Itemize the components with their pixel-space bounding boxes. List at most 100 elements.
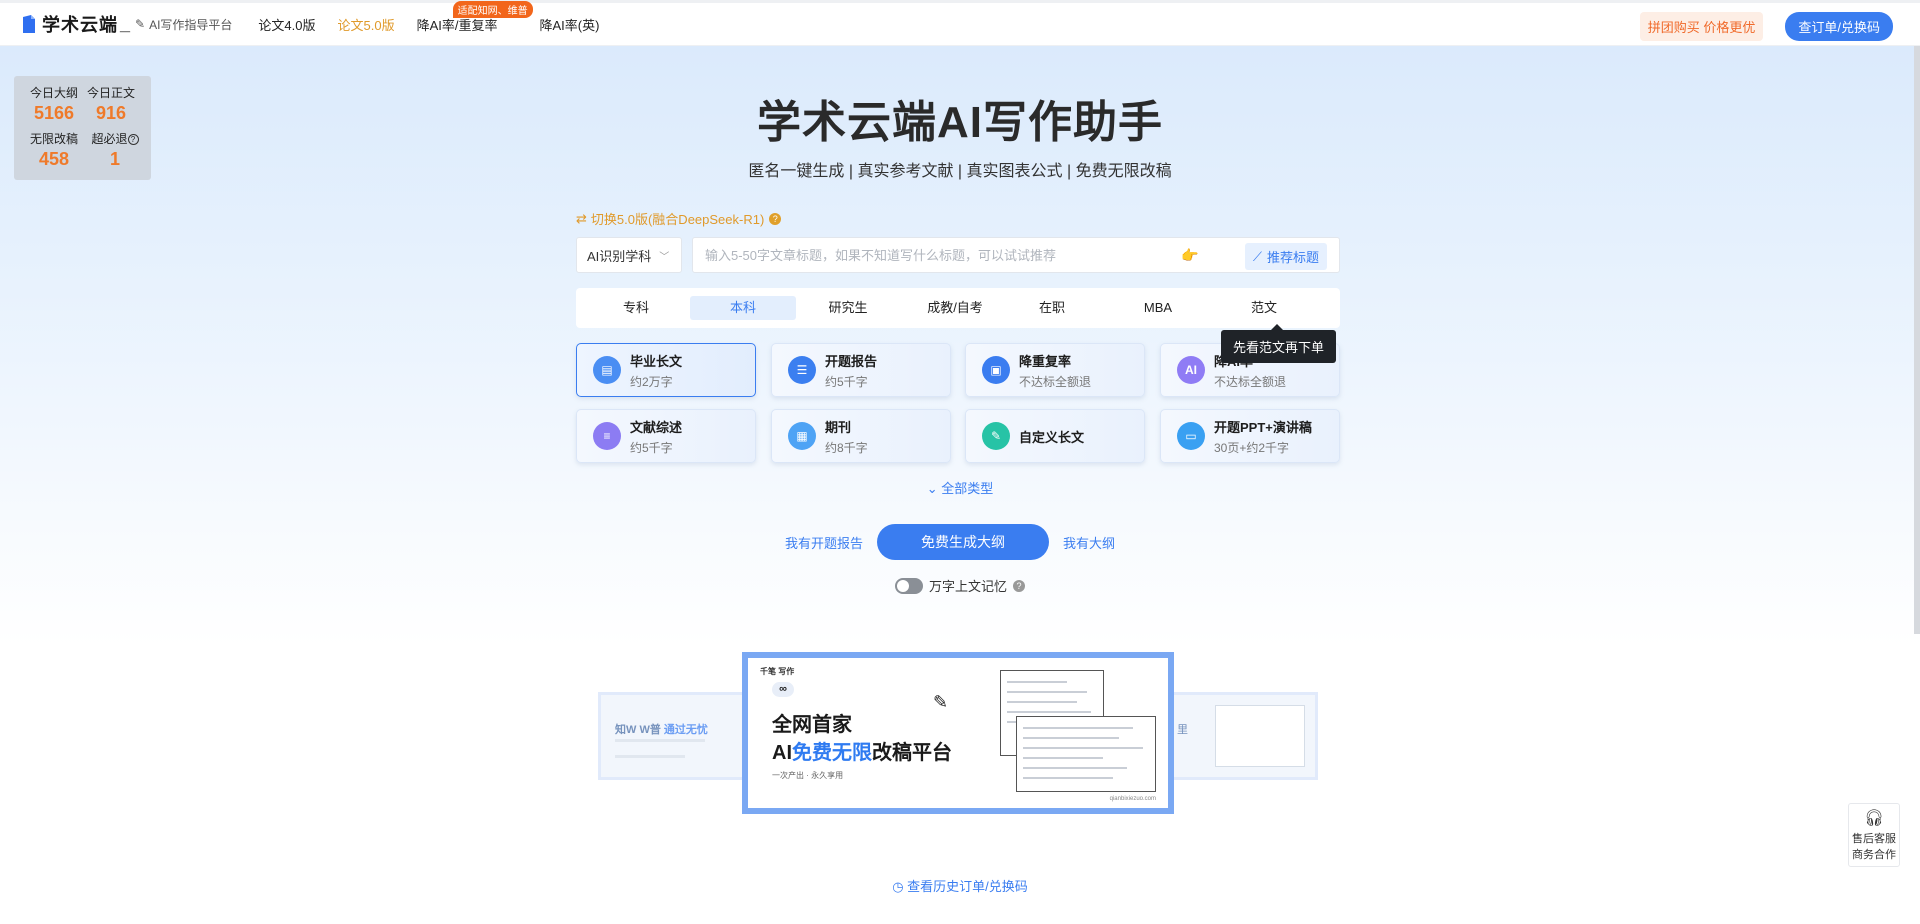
card-sub: 约5千字 <box>630 440 673 455</box>
pen-icon: ✎ <box>135 17 146 31</box>
card-proposal[interactable]: ☰ 开题报告 约5千字 <box>771 343 951 397</box>
title-input[interactable] <box>693 247 1193 263</box>
have-outline-link[interactable]: 我有大纲 <box>1063 533 1115 552</box>
order-lookup-button[interactable]: 查订单/兑换码 <box>1785 12 1893 41</box>
banner-left-title-a: 知W W普 <box>615 724 661 736</box>
tab-graduate[interactable]: 研究生 <box>810 296 886 320</box>
card-thesis[interactable]: ▤ 毕业长文 约2万字 <box>576 343 756 397</box>
banner-main[interactable]: 千笔 写作 ∞ 全网首家 AI免费无限改稿平台 一次产出 · 永久享用 ✎ qi… <box>742 652 1174 814</box>
card-custom[interactable]: ✎ 自定义长文 <box>965 409 1145 463</box>
card-ppt[interactable]: ▭ 开题PPT+演讲稿 30页+约2千字 <box>1160 409 1340 463</box>
switch-label: 切换5.0版(融合DeepSeek-R1) <box>590 212 765 227</box>
nav-item-reduce-ai-en[interactable]: 降AI率(英) <box>539 15 599 34</box>
card-literature-review[interactable]: ≡ 文献综述 约5千字 <box>576 409 756 463</box>
action-row: 我有开题报告 免费生成大纲 我有大纲 <box>785 524 1115 560</box>
banner-line2-prefix: AI <box>772 742 792 764</box>
doc-line <box>1023 727 1133 729</box>
help-icon[interactable]: ? <box>1013 579 1026 592</box>
logo[interactable]: 学术云端 _ ✎ AI写作指导平台 <box>22 11 232 37</box>
clock-icon: ◷ <box>892 879 908 894</box>
stat-body: 今日正文 916 <box>81 84 141 124</box>
card-sub: 约5千字 <box>825 374 868 389</box>
page-subtitle: 匿名一键生成 | 真实参考文献 | 真实图表公式 | 免费无限改稿 <box>748 163 1172 180</box>
brand-name: 学术云端 <box>42 15 118 35</box>
all-types-link[interactable]: ⌄ 全部类型 <box>0 478 1920 497</box>
banner-slide-left[interactable]: 知W W普 通过无忧 <box>598 692 748 780</box>
card-sub: 不达标全额退 <box>1019 374 1092 389</box>
card-title: 文献综述 <box>630 419 683 435</box>
card-text: 降重复率 不达标全额退 <box>1019 351 1091 390</box>
memory-toggle-row: 万字上文记忆 ? <box>895 576 1026 595</box>
tab-in-service[interactable]: 在职 <box>1022 296 1082 320</box>
main-nav: 论文4.0版 论文5.0版 降AI率/重复率 适配知网、维普 降AI率(英) <box>258 0 621 34</box>
top-header: 学术云端 _ ✎ AI写作指导平台 论文4.0版 论文5.0版 降AI率/重复率… <box>0 0 1920 46</box>
recommend-title-button[interactable]: ⟋ 推荐标题 <box>1244 243 1327 270</box>
doc-line <box>1007 681 1067 683</box>
card-sub: 不达标全额退 <box>1214 374 1287 389</box>
doc-line <box>1023 737 1119 739</box>
tab-zhuanke[interactable]: 专科 <box>598 296 674 320</box>
banner-small-text: 一次产出 · 永久享用 <box>772 771 844 780</box>
card-reduce-dup[interactable]: ▣ 降重复率 不达标全额退 <box>965 343 1145 397</box>
group-buy-button[interactable]: 拼团购买 价格更优 <box>1639 12 1764 41</box>
card-text: 开题报告 约5千字 <box>825 351 877 390</box>
stat-label: 今日正文 <box>86 86 135 100</box>
nav-item-reduce-ai-label: 降AI率/重复率 <box>416 17 498 33</box>
stat-value: 458 <box>38 149 70 169</box>
doc-line <box>1023 757 1103 759</box>
card-journal[interactable]: ▦ 期刊 约8千字 <box>771 409 951 463</box>
doc-line <box>1023 777 1113 779</box>
header-actions: 拼团购买 价格更优 查订单/兑换码 <box>1639 12 1893 41</box>
memory-label: 万字上文记忆 <box>929 579 1008 594</box>
stat-revise: 无限改稿 458 <box>24 130 84 170</box>
recommend-title-label: 推荐标题 <box>1266 250 1319 265</box>
generate-outline-button[interactable]: 免费生成大纲 <box>877 524 1050 560</box>
pencil-icon: ✎ <box>933 692 949 712</box>
history-orders-label: 查看历史订单/兑换码 <box>907 879 1028 894</box>
stats-panel: 今日大纲 5166 今日正文 916 无限改稿 458 超必退? 1 <box>14 76 151 180</box>
banner-right-char: 里 <box>1177 724 1188 736</box>
service-line2: 商务合作 <box>1852 849 1896 861</box>
pen-doc-icon: ✎ <box>982 422 1010 450</box>
help-icon[interactable]: ? <box>769 212 782 225</box>
card-title: 毕业长文 <box>630 353 683 369</box>
tab-benke[interactable]: 本科 <box>690 296 796 320</box>
chevron-down-icon: ﹀ <box>659 251 670 263</box>
card-title: 开题报告 <box>825 353 878 369</box>
chevron-down-icon: ⌄ <box>926 481 942 496</box>
banner-left-line <box>615 755 685 758</box>
tab-mba[interactable]: MBA <box>1120 296 1196 320</box>
sample-tooltip: 先看范文再下单 <box>1221 324 1337 363</box>
banner-left-title: 知W W普 通过无忧 <box>615 721 708 737</box>
customer-service-widget[interactable]: 🎧︎ 售后客服 商务合作 <box>1848 803 1900 867</box>
nav-item-reduce-ai[interactable]: 降AI率/重复率 适配知网、维普 <box>416 0 533 34</box>
banner-slide-right[interactable]: 里 <box>1168 692 1318 780</box>
card-text: 开题PPT+演讲稿 30页+约2千字 <box>1214 417 1312 456</box>
infinity-icon: ∞ <box>772 682 794 697</box>
banner-left-title-b: 通过无忧 <box>663 724 708 736</box>
brand-suffix: _ <box>120 13 132 34</box>
question-circle-icon[interactable]: ? <box>127 134 139 145</box>
nav-item-v4[interactable]: 论文4.0版 <box>258 15 315 34</box>
tab-sample[interactable]: 范文 <box>1226 296 1302 320</box>
card-text: 文献综述 约5千字 <box>630 417 682 456</box>
subject-select-value: AI识别学科 <box>587 248 652 264</box>
report-icon: ☰ <box>788 356 816 384</box>
subject-select[interactable]: AI识别学科 ﹀ <box>576 237 682 273</box>
banner-line2-suffix: 改稿平台 <box>872 742 952 764</box>
memory-toggle[interactable] <box>895 577 923 594</box>
document-icon: ▤ <box>593 356 621 384</box>
main-content: 学术云端AI写作助手 匿名一键生成 | 真实参考文献 | 真实图表公式 | 免费… <box>0 0 1920 924</box>
subtitle-text: AI写作指导平台 <box>149 17 233 32</box>
tab-adult-edu[interactable]: 成教/自考 <box>914 296 996 320</box>
banner-site: qianbixiezuo.com <box>1109 796 1156 802</box>
logo-subtitle: ✎ AI写作指导平台 <box>135 16 232 33</box>
history-orders-link[interactable]: ◷ 查看历史订单/兑换码 <box>0 876 1920 895</box>
card-text: 期刊 约8千字 <box>825 417 868 456</box>
version-switch[interactable]: ⇄ 切换5.0版(融合DeepSeek-R1) ? <box>576 209 782 228</box>
list-doc-icon: ≡ <box>593 422 621 450</box>
nav-item-v5[interactable]: 论文5.0版 <box>338 15 395 34</box>
stat-label: 无限改稿 <box>29 132 78 146</box>
have-proposal-link[interactable]: 我有开题报告 <box>785 533 863 552</box>
stat-value: 916 <box>95 103 127 123</box>
